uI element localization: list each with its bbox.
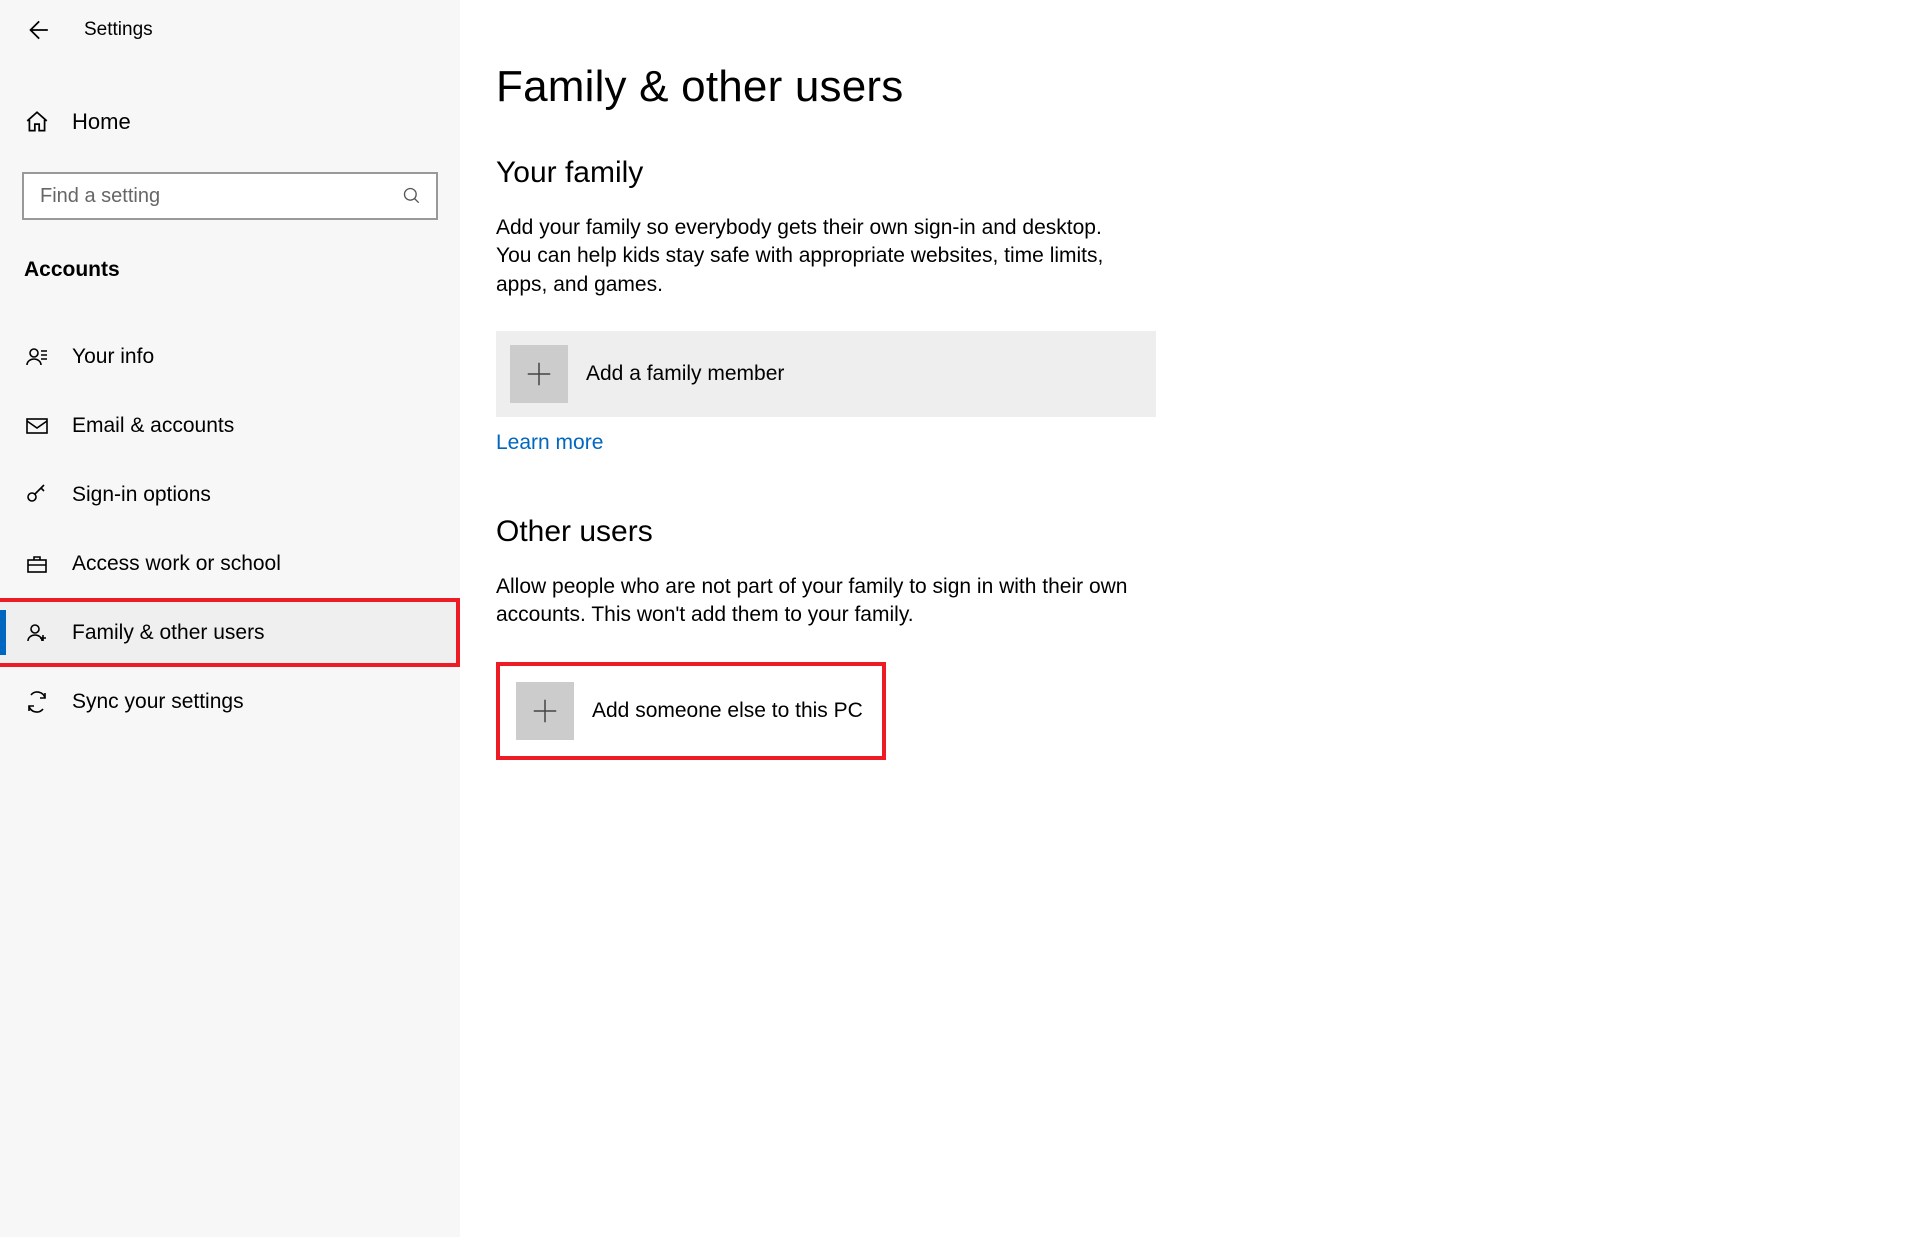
- add-family-member-label: Add a family member: [586, 362, 784, 386]
- add-family-member-button[interactable]: Add a family member: [496, 331, 1156, 417]
- home-icon: [24, 109, 50, 135]
- your-info-icon: [24, 345, 50, 369]
- sidebar-item-access-work-school[interactable]: Access work or school: [0, 529, 460, 598]
- email-icon: [24, 414, 50, 438]
- sidebar-home[interactable]: Home: [0, 94, 460, 150]
- sidebar-nav: Your info Email & accounts Sign-in optio…: [0, 322, 460, 736]
- add-other-user-highlight: Add someone else to this PC: [496, 662, 886, 760]
- sidebar: Settings Home Accounts: [0, 0, 460, 1237]
- sidebar-item-signin-options[interactable]: Sign-in options: [0, 460, 460, 529]
- plus-icon: [516, 682, 574, 740]
- sidebar-item-label: Sign-in options: [72, 483, 211, 507]
- search-icon: [402, 186, 422, 206]
- sidebar-home-label: Home: [72, 109, 131, 135]
- your-family-heading: Your family: [496, 156, 1908, 190]
- your-family-description: Add your family so everybody gets their …: [496, 214, 1136, 299]
- sidebar-item-your-info[interactable]: Your info: [0, 322, 460, 391]
- other-users-description: Allow people who are not part of your fa…: [496, 573, 1136, 630]
- learn-more-link[interactable]: Learn more: [496, 431, 603, 455]
- key-icon: [24, 483, 50, 507]
- sidebar-item-label: Sync your settings: [72, 690, 244, 714]
- search-row: [22, 172, 438, 220]
- sidebar-item-email-accounts[interactable]: Email & accounts: [0, 391, 460, 460]
- page-title: Family & other users: [496, 62, 1908, 112]
- other-users-heading: Other users: [496, 515, 1908, 549]
- add-other-user-button[interactable]: Add someone else to this PC: [516, 682, 882, 740]
- sidebar-item-label: Family & other users: [72, 621, 265, 645]
- sidebar-item-family-other-users[interactable]: Family & other users: [0, 598, 460, 667]
- settings-label: Settings: [84, 19, 153, 41]
- sidebar-item-label: Access work or school: [72, 552, 281, 576]
- sidebar-item-label: Email & accounts: [72, 414, 234, 438]
- sidebar-item-sync-settings[interactable]: Sync your settings: [0, 667, 460, 736]
- sidebar-header: Settings: [0, 6, 460, 54]
- add-other-user-label: Add someone else to this PC: [592, 699, 863, 723]
- sidebar-section-heading: Accounts: [0, 220, 460, 282]
- sync-icon: [24, 690, 50, 714]
- sidebar-item-label: Your info: [72, 345, 154, 369]
- family-users-icon: [24, 621, 50, 645]
- settings-window: Settings Home Accounts: [0, 0, 1908, 1237]
- plus-icon: [510, 345, 568, 403]
- search-input[interactable]: [40, 185, 402, 208]
- main-content: Family & other users Your family Add you…: [460, 0, 1908, 1237]
- back-icon[interactable]: [24, 17, 50, 43]
- briefcase-icon: [24, 552, 50, 576]
- other-users-section: Other users Allow people who are not par…: [496, 515, 1908, 760]
- search-box[interactable]: [22, 172, 438, 220]
